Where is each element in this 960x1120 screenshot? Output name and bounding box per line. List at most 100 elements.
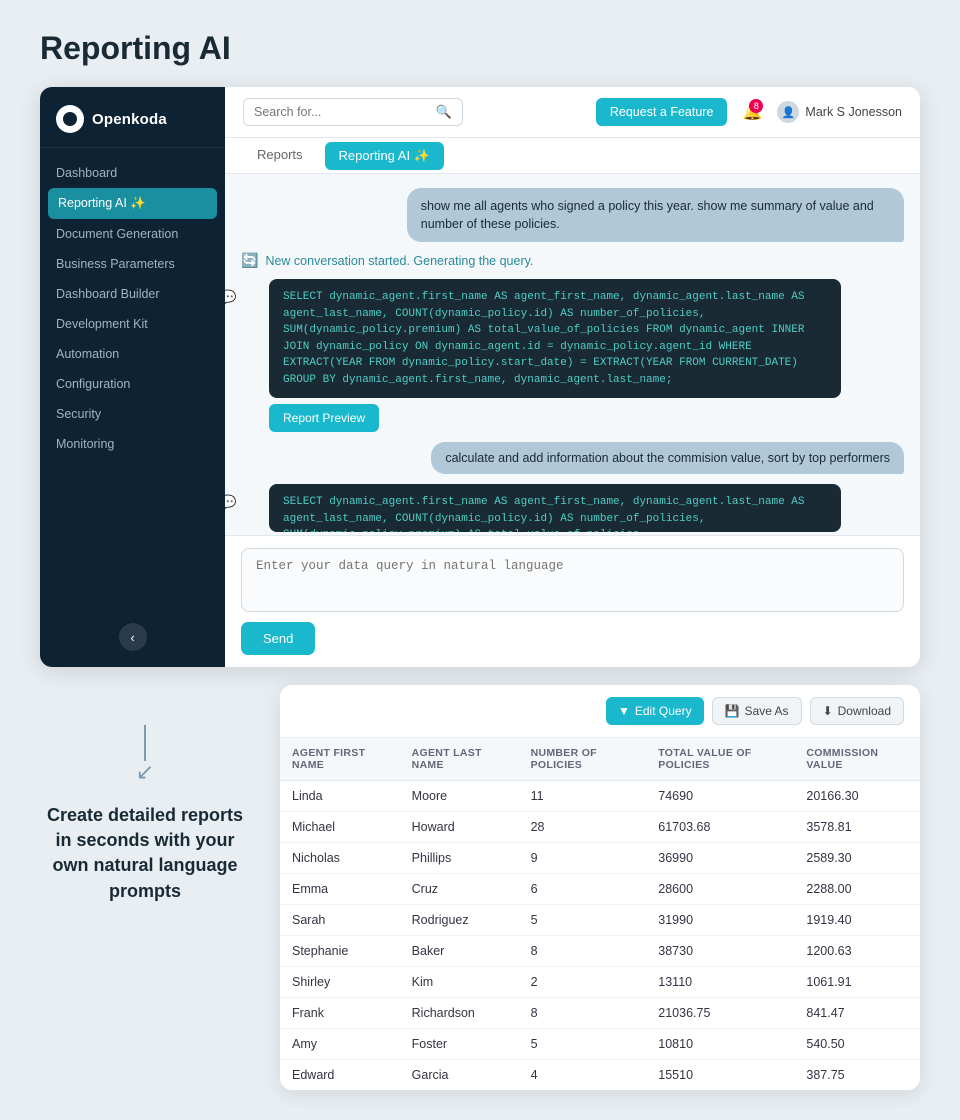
search-input[interactable]: [254, 105, 430, 119]
sidebar-item-business-params[interactable]: Business Parameters: [40, 249, 225, 279]
save-as-button[interactable]: 💾 Save As: [712, 697, 802, 725]
table-cell: 20166.30: [794, 781, 920, 812]
collapse-sidebar-button[interactable]: ‹: [119, 623, 147, 651]
table-cell: 28600: [646, 874, 794, 905]
sidebar-bottom: ‹: [40, 611, 225, 667]
table-cell: Linda: [280, 781, 400, 812]
table-cell: 31990: [646, 905, 794, 936]
page-title: Reporting AI: [40, 30, 920, 67]
table-cell: 15510: [646, 1060, 794, 1091]
table-row: MichaelHoward2861703.683578.81: [280, 812, 920, 843]
col-header-total-value: TOTAL VALUE OF POLICIES: [646, 738, 794, 781]
request-feature-button[interactable]: Request a Feature: [596, 98, 728, 126]
table-cell: 387.75: [794, 1060, 920, 1091]
table-cell: Stephanie: [280, 936, 400, 967]
table-row: LindaMoore117469020166.30: [280, 781, 920, 812]
table-cell: Rodriguez: [400, 905, 519, 936]
avatar: 👤: [777, 101, 799, 123]
table-cell: 10810: [646, 1029, 794, 1060]
table-row: EdwardGarcia415510387.75: [280, 1060, 920, 1091]
search-icon[interactable]: 🔍: [436, 104, 452, 120]
sidebar-item-configuration[interactable]: Configuration: [40, 369, 225, 399]
code-message-2: SELECT dynamic_agent.first_name AS agent…: [269, 484, 841, 532]
table-cell: 1200.63: [794, 936, 920, 967]
table-row: FrankRichardson821036.75841.47: [280, 998, 920, 1029]
results-card: ▼ Edit Query 💾 Save As ⬇ Download AGENT …: [280, 685, 920, 1090]
table-cell: Howard: [400, 812, 519, 843]
report-preview-button[interactable]: Report Preview: [269, 404, 379, 432]
edit-query-button[interactable]: ▼ Edit Query: [606, 697, 704, 725]
system-message-1: 🔄 New conversation started. Generating t…: [241, 252, 533, 269]
sidebar-item-automation[interactable]: Automation: [40, 339, 225, 369]
code-icon-2: 💬: [225, 494, 236, 511]
table-cell: Kim: [400, 967, 519, 998]
table-cell: Emma: [280, 874, 400, 905]
table-cell: 3578.81: [794, 812, 920, 843]
sidebar-item-monitoring[interactable]: Monitoring: [40, 429, 225, 459]
table-header-row: AGENT FIRST NAME AGENT LAST NAME NUMBER …: [280, 738, 920, 781]
table-row: StephanieBaker8387301200.63: [280, 936, 920, 967]
table-cell: 38730: [646, 936, 794, 967]
table-cell: 6: [519, 874, 647, 905]
table-cell: 5: [519, 905, 647, 936]
logo-text: Openkoda: [92, 111, 167, 128]
tab-reporting-ai[interactable]: Reporting AI ✨: [325, 142, 444, 170]
table-cell: Sarah: [280, 905, 400, 936]
user-info[interactable]: 👤 Mark S Jonesson: [777, 101, 902, 123]
table-cell: 74690: [646, 781, 794, 812]
col-header-num-policies: NUMBER OF POLICIES: [519, 738, 647, 781]
sidebar-item-dashboard-builder[interactable]: Dashboard Builder: [40, 279, 225, 309]
table-cell: Nicholas: [280, 843, 400, 874]
table-cell: 1061.91: [794, 967, 920, 998]
bottom-section: ↙ Create detailed reports in seconds wit…: [40, 685, 920, 1090]
arrow-connector: ↙: [136, 725, 154, 785]
table-cell: Garcia: [400, 1060, 519, 1091]
table-cell: 36990: [646, 843, 794, 874]
download-button[interactable]: ⬇ Download: [810, 697, 904, 725]
table-cell: Frank: [280, 998, 400, 1029]
table-row: NicholasPhillips9369902589.30: [280, 843, 920, 874]
sidebar-item-dashboard[interactable]: Dashboard: [40, 158, 225, 188]
table-cell: Shirley: [280, 967, 400, 998]
table-cell: 4: [519, 1060, 647, 1091]
tabs-bar: Reports Reporting AI ✨: [225, 138, 920, 174]
save-icon: 💾: [725, 704, 740, 718]
table-cell: 540.50: [794, 1029, 920, 1060]
sidebar-item-reporting-ai[interactable]: Reporting AI ✨: [48, 188, 217, 219]
table-cell: Moore: [400, 781, 519, 812]
main-content: 🔍 Request a Feature 🔔 8 👤 Mark S Jonesso…: [225, 87, 920, 667]
sidebar-item-security[interactable]: Security: [40, 399, 225, 429]
bottom-text-col: ↙ Create detailed reports in seconds wit…: [40, 685, 250, 904]
table-cell: 9: [519, 843, 647, 874]
filter-icon: ▼: [618, 704, 630, 718]
tab-reports[interactable]: Reports: [243, 138, 317, 173]
table-cell: Phillips: [400, 843, 519, 874]
notifications-button[interactable]: 🔔 8: [737, 97, 767, 127]
table-cell: 11: [519, 781, 647, 812]
table-row: EmmaCruz6286002288.00: [280, 874, 920, 905]
table-row: AmyFoster510810540.50: [280, 1029, 920, 1060]
table-cell: 28: [519, 812, 647, 843]
sidebar-item-dev-kit[interactable]: Development Kit: [40, 309, 225, 339]
table-cell: Cruz: [400, 874, 519, 905]
table-cell: 21036.75: [646, 998, 794, 1029]
chat-input[interactable]: [241, 548, 904, 612]
logo-icon: [56, 105, 84, 133]
send-button[interactable]: Send: [241, 622, 315, 655]
table-cell: 61703.68: [646, 812, 794, 843]
table-cell: 1919.40: [794, 905, 920, 936]
sidebar-logo: Openkoda: [40, 87, 225, 148]
table-cell: 2589.30: [794, 843, 920, 874]
user-name: Mark S Jonesson: [805, 105, 902, 119]
table-cell: 8: [519, 936, 647, 967]
col-header-commission: COMMISSION VALUE: [794, 738, 920, 781]
table-cell: Baker: [400, 936, 519, 967]
sidebar-item-document-gen[interactable]: Document Generation: [40, 219, 225, 249]
user-message-1: show me all agents who signed a policy t…: [407, 188, 904, 242]
results-toolbar: ▼ Edit Query 💾 Save As ⬇ Download: [280, 685, 920, 738]
table-cell: Amy: [280, 1029, 400, 1060]
col-header-last-name: AGENT LAST NAME: [400, 738, 519, 781]
table-cell: 13110: [646, 967, 794, 998]
user-message-2: calculate and add information about the …: [431, 442, 904, 474]
search-wrap: 🔍: [243, 98, 463, 126]
